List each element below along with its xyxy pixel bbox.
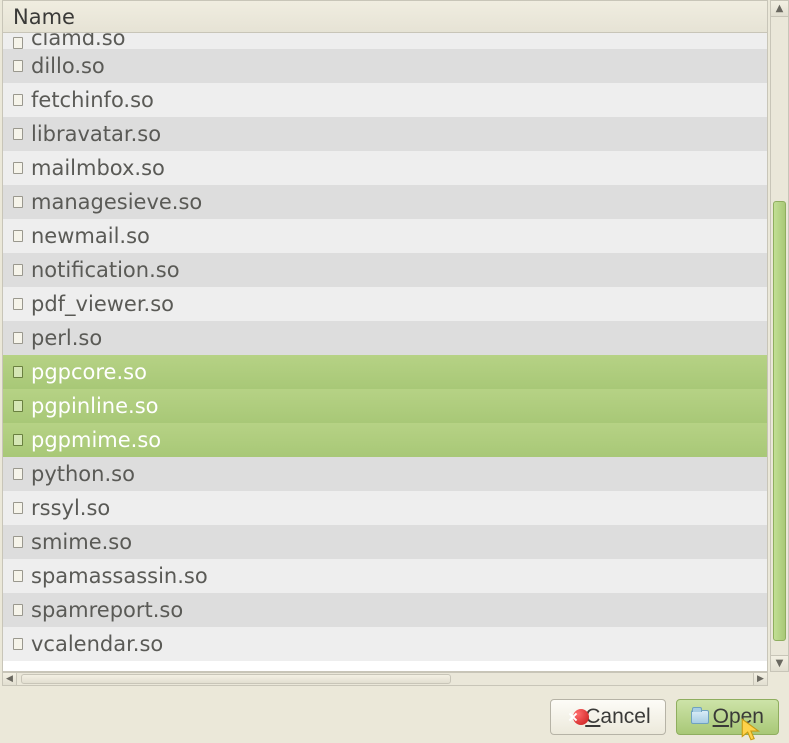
file-icon <box>13 264 23 276</box>
cancel-icon <box>565 709 581 725</box>
file-row[interactable]: spamassassin.so <box>3 559 767 593</box>
file-icon <box>13 468 23 480</box>
open-button-label: Open <box>713 705 764 729</box>
folder-open-icon <box>691 710 709 724</box>
file-icon <box>13 162 23 174</box>
file-name-label: python.so <box>31 457 135 491</box>
file-row[interactable]: smime.so <box>3 525 767 559</box>
file-name-label: libravatar.so <box>31 117 161 151</box>
dialog-button-bar: Cancel Open <box>550 699 779 735</box>
file-row[interactable]: libravatar.so <box>3 117 767 151</box>
file-icon <box>13 37 23 49</box>
file-icon <box>13 536 23 548</box>
file-icon <box>13 434 23 446</box>
file-icon <box>13 604 23 616</box>
vertical-scrollbar[interactable]: ▲ ▼ <box>770 0 789 672</box>
file-icon <box>13 298 23 310</box>
file-name-label: rssyl.so <box>31 491 110 525</box>
file-name-label: managesieve.so <box>31 185 202 219</box>
file-name-label: pgpmime.so <box>31 423 161 457</box>
file-name-label: fetchinfo.so <box>31 83 154 117</box>
file-icon <box>13 570 23 582</box>
file-list[interactable]: clamd.sodillo.sofetchinfo.solibravatar.s… <box>3 33 767 671</box>
file-name-label: smime.so <box>31 525 132 559</box>
file-list-panel: Name clamd.sodillo.sofetchinfo.solibrava… <box>2 0 768 672</box>
file-row[interactable]: managesieve.so <box>3 185 767 219</box>
column-header-name[interactable]: Name <box>3 1 767 33</box>
file-name-label: notification.so <box>31 253 180 287</box>
file-icon <box>13 128 23 140</box>
file-name-label: pgpinline.so <box>31 389 159 423</box>
scroll-up-arrow-icon[interactable]: ▲ <box>771 1 788 17</box>
cancel-button-label: Cancel <box>585 705 650 729</box>
file-name-label: spamreport.so <box>31 593 183 627</box>
file-icon <box>13 332 23 344</box>
file-row[interactable]: rssyl.so <box>3 491 767 525</box>
file-row[interactable]: spamreport.so <box>3 593 767 627</box>
file-icon <box>13 60 23 72</box>
file-row[interactable]: pgpmime.so <box>3 423 767 457</box>
horizontal-scrollbar[interactable]: ◀ ▶ <box>2 672 768 686</box>
file-name-label: dillo.so <box>31 49 105 83</box>
file-name-label: vcalendar.so <box>31 627 163 661</box>
file-row[interactable]: pdf_viewer.so <box>3 287 767 321</box>
file-icon <box>13 638 23 650</box>
file-name-label: newmail.so <box>31 219 150 253</box>
open-button[interactable]: Open <box>676 699 779 735</box>
file-row[interactable]: newmail.so <box>3 219 767 253</box>
file-row[interactable]: notification.so <box>3 253 767 287</box>
file-icon <box>13 230 23 242</box>
cancel-button[interactable]: Cancel <box>550 699 665 735</box>
file-icon <box>13 400 23 412</box>
scroll-down-arrow-icon[interactable]: ▼ <box>771 655 788 671</box>
file-row[interactable]: python.so <box>3 457 767 491</box>
file-name-label: pgpcore.so <box>31 355 147 389</box>
file-row[interactable]: perl.so <box>3 321 767 355</box>
file-row[interactable]: dillo.so <box>3 49 767 83</box>
file-icon <box>13 94 23 106</box>
file-name-label: mailmbox.so <box>31 151 165 185</box>
file-icon <box>13 196 23 208</box>
file-name-label: clamd.so <box>31 33 126 49</box>
scroll-right-arrow-icon[interactable]: ▶ <box>753 673 767 685</box>
file-row[interactable]: mailmbox.so <box>3 151 767 185</box>
file-icon <box>13 366 23 378</box>
file-row[interactable]: pgpinline.so <box>3 389 767 423</box>
file-name-label: spamassassin.so <box>31 559 208 593</box>
file-row[interactable]: clamd.so <box>3 33 767 49</box>
file-row[interactable]: pgpcore.so <box>3 355 767 389</box>
horizontal-scrollbar-thumb[interactable] <box>21 674 451 684</box>
file-name-label: pdf_viewer.so <box>31 287 174 321</box>
scroll-left-arrow-icon[interactable]: ◀ <box>3 673 17 685</box>
vertical-scrollbar-thumb[interactable] <box>773 201 786 641</box>
file-row[interactable]: fetchinfo.so <box>3 83 767 117</box>
file-row[interactable]: vcalendar.so <box>3 627 767 661</box>
file-icon <box>13 502 23 514</box>
file-name-label: perl.so <box>31 321 102 355</box>
